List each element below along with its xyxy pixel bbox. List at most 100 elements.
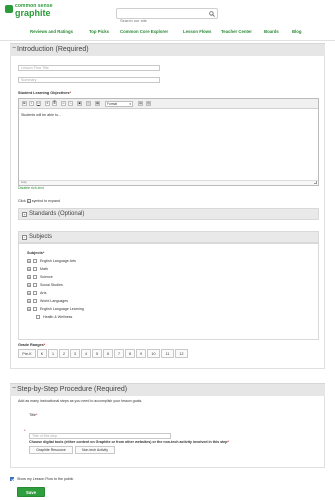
resize-handle-icon[interactable] bbox=[314, 181, 317, 184]
intro-section-header[interactable]: − Introduction (Required) bbox=[10, 43, 325, 56]
grade-button-12[interactable]: 12 bbox=[175, 349, 188, 358]
nav-common-core-explorer[interactable]: Common Core Explorer bbox=[120, 29, 168, 34]
objectives-label: Student Learning Objectives* bbox=[18, 91, 71, 95]
unlink-icon[interactable]: ⌁ bbox=[68, 101, 73, 106]
expand-icon[interactable]: + bbox=[27, 306, 31, 311]
checkbox[interactable] bbox=[36, 314, 40, 319]
expand-icon[interactable]: + bbox=[27, 282, 31, 287]
step-title-label-text: Title bbox=[29, 413, 37, 417]
step-title-label: Title* bbox=[29, 413, 38, 417]
image-icon[interactable]: ▣ bbox=[77, 101, 82, 106]
nav-teacher-center[interactable]: Teacher Center bbox=[221, 29, 252, 34]
main-nav: Reviews and Ratings Top Picks Common Cor… bbox=[0, 29, 335, 39]
lesson-title-input[interactable]: Lesson Flow Title bbox=[18, 65, 160, 71]
subject-item[interactable]: + English Language Learning bbox=[27, 306, 84, 311]
subject-item[interactable]: + Arts bbox=[27, 290, 46, 295]
grade-button-3[interactable]: 3 bbox=[70, 349, 80, 358]
subjects-label-text: Subjects bbox=[27, 251, 43, 255]
subject-item[interactable]: + English Language Arts bbox=[27, 258, 76, 263]
numbered-list-icon[interactable]: ≣ bbox=[52, 101, 57, 106]
collapse-icon[interactable]: − bbox=[12, 385, 16, 392]
checkbox[interactable] bbox=[33, 306, 37, 311]
grade-button-5[interactable]: 5 bbox=[92, 349, 102, 358]
non-tech-activity-button[interactable]: Non-tech Activity bbox=[75, 446, 115, 454]
underline-icon[interactable]: U bbox=[36, 101, 41, 106]
grade-ranges-label: Grade Ranges* bbox=[18, 343, 45, 347]
publish-checkbox[interactable] bbox=[10, 477, 14, 481]
steps-section-title: Step-by-Step Procedure (Required) bbox=[17, 386, 128, 393]
grade-range-buttons: Pre-K K 1 2 3 4 5 6 7 8 9 10 11 12 bbox=[18, 349, 189, 358]
grade-button-6[interactable]: 6 bbox=[103, 349, 113, 358]
logo-bottom-text: graphite bbox=[15, 8, 51, 18]
nav-lesson-flows[interactable]: Lesson Flows bbox=[183, 29, 211, 34]
italic-icon[interactable]: I bbox=[29, 101, 34, 106]
format-select[interactable]: Format ▾ bbox=[105, 101, 133, 107]
grade-button-7[interactable]: 7 bbox=[114, 349, 124, 358]
step-title-input[interactable]: Title of this step bbox=[29, 433, 171, 439]
grade-button-8[interactable]: 8 bbox=[125, 349, 135, 358]
required-mark: * bbox=[69, 91, 71, 95]
search-icon[interactable] bbox=[208, 10, 216, 18]
expand-icon[interactable]: + bbox=[27, 298, 31, 303]
grade-button-k[interactable]: K bbox=[37, 349, 47, 358]
subject-item[interactable]: + Math bbox=[27, 266, 48, 271]
bold-icon[interactable]: B bbox=[22, 101, 27, 106]
checkbox[interactable] bbox=[33, 282, 37, 287]
grade-button-9[interactable]: 9 bbox=[136, 349, 146, 358]
expand-icon[interactable]: + bbox=[27, 266, 31, 271]
collapse-icon[interactable]: − bbox=[12, 45, 16, 52]
bullet-list-icon[interactable]: ≡ bbox=[45, 101, 50, 106]
subjects-header[interactable]: − Subjects bbox=[18, 231, 319, 243]
nav-boards[interactable]: Boards bbox=[264, 29, 279, 34]
standards-header[interactable]: + Standards (Optional) bbox=[18, 208, 319, 220]
nav-divider bbox=[0, 40, 335, 41]
nav-top-picks[interactable]: Top Picks bbox=[89, 29, 109, 34]
save-button[interactable]: Save bbox=[17, 487, 45, 497]
expand-icon[interactable]: + bbox=[27, 290, 31, 295]
table-icon[interactable]: ▦ bbox=[95, 101, 100, 106]
grade-ranges-label-text: Grade Ranges bbox=[18, 343, 44, 347]
source-icon[interactable]: ◫ bbox=[86, 101, 91, 106]
disable-rich-text-link[interactable]: Disable rich-text bbox=[18, 186, 44, 190]
expand-icon[interactable]: + bbox=[27, 258, 31, 263]
subject-item[interactable]: Health & Wellness bbox=[36, 314, 72, 319]
grade-button-2[interactable]: 2 bbox=[59, 349, 69, 358]
paste-text-icon[interactable]: ▤ bbox=[138, 101, 143, 106]
grade-button-4[interactable]: 4 bbox=[81, 349, 91, 358]
search-box bbox=[116, 8, 218, 25]
search-input[interactable] bbox=[117, 16, 209, 25]
editor-content[interactable]: Students will be able to... bbox=[21, 113, 61, 117]
checkbox[interactable] bbox=[33, 266, 37, 271]
expand-icon[interactable]: + bbox=[22, 212, 27, 217]
grade-button-prek[interactable]: Pre-K bbox=[18, 349, 36, 358]
link-icon[interactable]: ∞ bbox=[61, 101, 66, 106]
subject-item[interactable]: + Social Studies bbox=[27, 282, 63, 287]
publish-option[interactable]: Show my Lesson Flow to the public bbox=[10, 477, 73, 481]
expand-icon[interactable]: + bbox=[27, 274, 31, 279]
subject-item[interactable]: + Science bbox=[27, 274, 53, 279]
checkbox[interactable] bbox=[33, 298, 37, 303]
grade-button-1[interactable]: 1 bbox=[48, 349, 58, 358]
required-mark: * bbox=[227, 440, 229, 444]
checkbox[interactable] bbox=[33, 258, 37, 263]
expand-hint-prefix: Click bbox=[18, 199, 26, 203]
grade-button-10[interactable]: 10 bbox=[147, 349, 160, 358]
subject-item[interactable]: + World Languages bbox=[27, 298, 68, 303]
subject-label: Science bbox=[40, 274, 53, 279]
summary-input[interactable]: Summary bbox=[18, 77, 160, 83]
checkbox[interactable] bbox=[33, 290, 37, 295]
logo[interactable]: common sense graphite bbox=[5, 3, 53, 18]
steps-section-header[interactable]: − Step-by-Step Procedure (Required) bbox=[10, 383, 325, 396]
graphite-resource-button[interactable]: Graphite Resource bbox=[29, 446, 73, 454]
subject-label: English Language Learning bbox=[40, 306, 84, 311]
grade-button-11[interactable]: 11 bbox=[161, 349, 174, 358]
collapse-icon[interactable]: − bbox=[22, 235, 27, 240]
checkbox[interactable] bbox=[33, 274, 37, 279]
paste-word-icon[interactable]: ▥ bbox=[146, 101, 151, 106]
chevron-down-icon: ▾ bbox=[129, 102, 131, 106]
nav-blog[interactable]: Blog bbox=[292, 29, 302, 34]
editor-toolbar: B I U ≡ ≣ ∞ ⌁ ▣ ◫ ▦ Format ▾ ▤ ▥ bbox=[19, 99, 318, 109]
nav-reviews-and-ratings[interactable]: Reviews and Ratings bbox=[30, 29, 73, 34]
editor-path-status: body bbox=[19, 180, 318, 185]
required-mark: * bbox=[24, 429, 26, 433]
